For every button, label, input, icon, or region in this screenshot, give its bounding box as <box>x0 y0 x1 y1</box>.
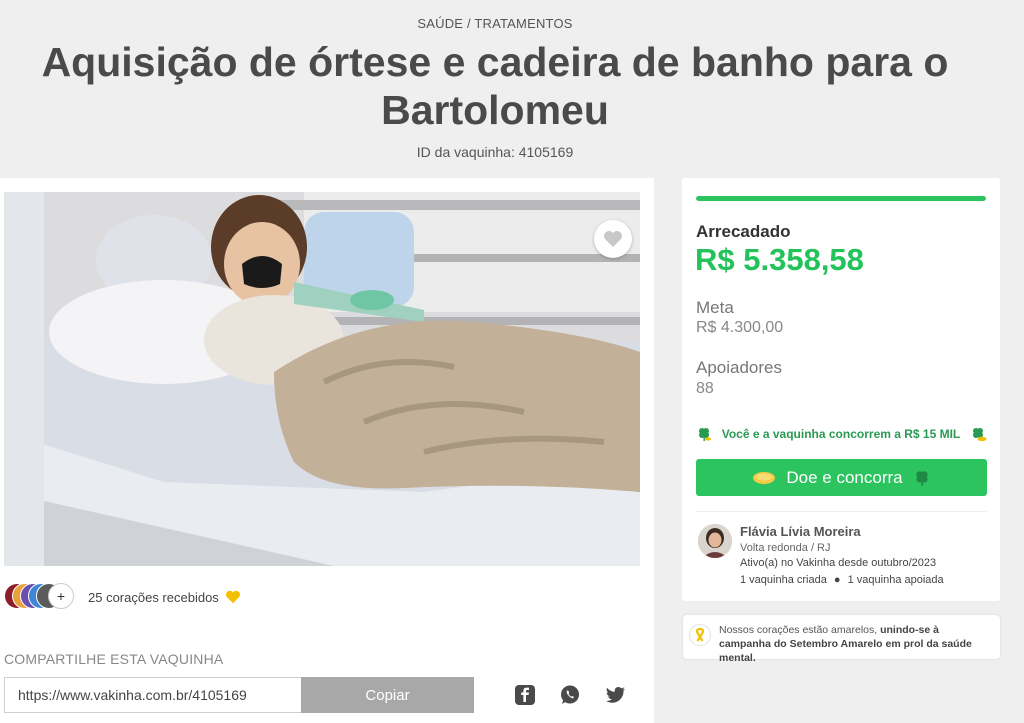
progress-bar <box>696 196 986 201</box>
favorite-heart-button[interactable] <box>594 220 632 258</box>
clover-coin-icon <box>973 428 987 442</box>
supporter-avatars: + <box>4 583 78 611</box>
donate-button[interactable]: Doe e concorra <box>696 459 987 496</box>
main-panel: + 25 corações recebidos COMPARTILHE ESTA… <box>0 178 654 723</box>
notice-text-a: Nossos corações estão amarelos, <box>719 624 881 636</box>
creator-active-since: Ativo(a) no Vakinha desde outubro/2023 <box>740 557 937 569</box>
yellow-heart-icon <box>225 590 240 604</box>
promo-banner: Você e a vaquinha concorrem a R$ 15 MIL <box>696 426 988 442</box>
clover-icon <box>915 470 928 486</box>
campaign-photo <box>4 192 640 566</box>
campaigns-supported: 1 vaquinha apoiada <box>847 574 944 586</box>
more-supporters-button[interactable]: + <box>48 583 74 609</box>
progress-fill <box>696 196 986 201</box>
donate-button-label: Doe e concorra <box>786 467 903 487</box>
hearts-count: 25 corações recebidos <box>88 589 219 605</box>
share-label: COMPARTILHE ESTA VAQUINHA <box>4 651 224 667</box>
clover-icon <box>699 428 711 441</box>
notice-text: Nossos corações estão amarelos, unindo-s… <box>719 623 991 665</box>
goal-value: R$ 4.300,00 <box>696 319 784 336</box>
raised-value: R$ 5.358,58 <box>695 242 864 277</box>
bullet: ● <box>833 574 841 586</box>
raised-label: Arrecadado <box>696 222 791 241</box>
vaquinha-id: ID da vaquinha: 4105169 <box>416 144 574 160</box>
facebook-icon[interactable] <box>514 684 536 706</box>
heart-icon <box>604 231 622 247</box>
yellow-september-notice: Nossos corações estão amarelos, unindo-s… <box>683 615 1000 664</box>
twitter-icon[interactable] <box>605 684 627 706</box>
divider <box>696 511 987 512</box>
promo-text: Você e a vaquinha concorrem a R$ 15 MIL <box>721 427 961 441</box>
stats-card: Arrecadado R$ 5.358,58 Meta R$ 4.300,00 … <box>682 178 1000 601</box>
goal-label: Meta <box>696 298 734 317</box>
campaigns-created: 1 vaquinha criada <box>740 574 827 586</box>
creator-avatar[interactable] <box>698 524 732 558</box>
category-breadcrumb[interactable]: SAÚDE / TRATAMENTOS <box>0 16 990 31</box>
awareness-ribbon-icon <box>689 624 711 646</box>
supporters-value: 88 <box>696 380 714 397</box>
page-title: Aquisição de órtese e cadeira de banho p… <box>41 39 949 133</box>
hearts-received: + 25 corações recebidos <box>4 582 241 612</box>
share-url-field[interactable]: https://www.vakinha.com.br/4105169 <box>4 677 302 713</box>
supporters-label: Apoiadores <box>696 358 783 377</box>
coin-icon <box>753 471 776 484</box>
creator-stats: 1 vaquinha criada ● 1 vaquinha apoiada <box>740 574 944 586</box>
copy-button[interactable]: Copiar <box>301 677 474 713</box>
creator-name[interactable]: Flávia Lívia Moreira <box>740 524 861 539</box>
creator-city: Volta redonda / RJ <box>740 542 831 554</box>
whatsapp-icon[interactable] <box>559 684 581 706</box>
